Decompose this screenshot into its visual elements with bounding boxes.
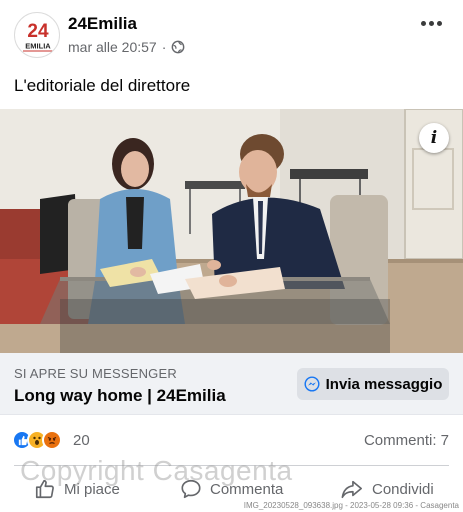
reaction-count[interactable]: 20	[73, 432, 90, 449]
globe-icon[interactable]	[171, 40, 185, 54]
dot-icon	[420, 20, 426, 26]
page-logo: 24 EMILIA	[23, 21, 53, 52]
post-meta: mar alle 20:57 ·	[68, 39, 185, 55]
comments-count[interactable]: Commenti: 7	[364, 432, 449, 449]
photo-scene	[0, 109, 463, 353]
copyright-watermark: Copyright Casagenta	[20, 455, 293, 486]
send-message-button[interactable]: Invia messaggio	[297, 368, 449, 400]
dot-icon	[428, 20, 434, 26]
share-icon	[341, 480, 362, 499]
share-button[interactable]: Condividi	[340, 478, 434, 500]
svg-text:24: 24	[27, 21, 49, 42]
photo-info-button[interactable]: i	[419, 123, 449, 153]
dot-icon	[436, 20, 442, 26]
more-options-button[interactable]	[417, 12, 445, 34]
meta-separator: ·	[161, 39, 167, 55]
post-photo[interactable]: i	[0, 109, 463, 353]
cta-caption: SI APRE SU MESSENGER	[14, 366, 177, 381]
page-name[interactable]: 24Emilia	[68, 14, 137, 34]
post-header: 24 EMILIA 24Emilia mar alle 20:57 ·	[0, 0, 463, 60]
messenger-icon	[304, 376, 320, 392]
post-text: L'editoriale del direttore	[14, 76, 191, 95]
cta-title[interactable]: Long way home | 24Emilia	[14, 386, 226, 406]
post-timestamp[interactable]: mar alle 20:57	[68, 39, 157, 55]
svg-text:EMILIA: EMILIA	[25, 42, 51, 51]
file-info-caption: IMG_20230528_093638.jpg - 2023-05-28 09:…	[243, 501, 459, 510]
angry-reaction-icon	[42, 430, 62, 450]
messenger-cta[interactable]: SI APRE SU MESSENGER Long way home | 24E…	[0, 353, 463, 415]
page-avatar[interactable]: 24 EMILIA	[14, 12, 60, 58]
reaction-icons[interactable]	[12, 430, 62, 450]
share-label: Condividi	[372, 480, 434, 498]
send-message-label: Invia messaggio	[325, 375, 443, 393]
